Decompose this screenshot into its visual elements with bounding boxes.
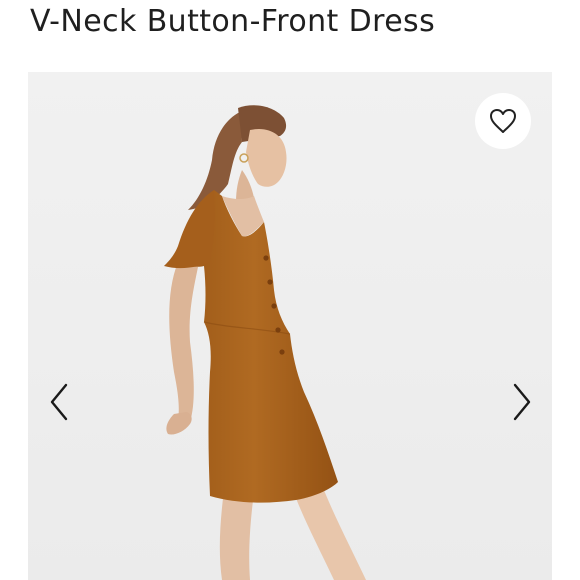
heart-icon <box>490 109 516 133</box>
product-image-gallery[interactable] <box>28 72 552 580</box>
previous-image-button[interactable] <box>44 380 74 424</box>
chevron-left-icon <box>50 383 68 421</box>
chevron-right-icon <box>513 383 531 421</box>
next-image-button[interactable] <box>507 380 537 424</box>
product-page: V-Neck Button-Front Dress <box>0 0 580 580</box>
favorite-button[interactable] <box>475 93 531 149</box>
product-title: V-Neck Button-Front Dress <box>30 4 436 39</box>
product-photo <box>28 72 552 580</box>
